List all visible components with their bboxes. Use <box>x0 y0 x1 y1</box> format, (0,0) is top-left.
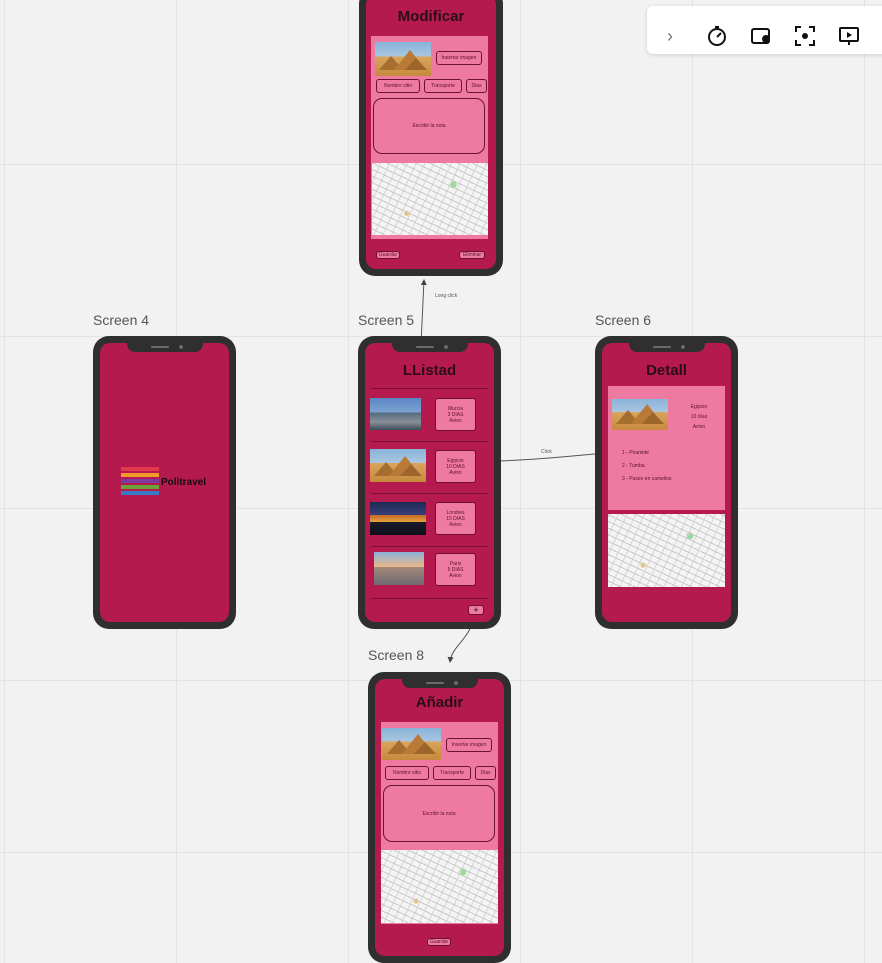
screen-listado: LListad Murcia 3 DIAS Avion Egipcio 10 D… <box>365 343 494 622</box>
transport-field[interactable]: Transporte <box>433 766 471 780</box>
phone-detail: Detall Egipcio 10 días Avion 1 - Piramid… <box>595 336 738 629</box>
form-panel: Insertar imagen Nombre sitio Transporte … <box>381 722 498 924</box>
screen-title: Detall <box>646 362 687 379</box>
map[interactable] <box>608 514 725 587</box>
preview-image <box>375 42 431 76</box>
screen-title: Modificar <box>397 8 465 25</box>
list-item-transport: Avion <box>449 521 462 528</box>
transport-field[interactable]: Transporte <box>424 79 462 93</box>
focus-icon[interactable] <box>791 22 819 50</box>
phone-listado: LListad Murcia 3 DIAS Avion Egipcio 10 D… <box>358 336 501 629</box>
canvas-toolbar: › <box>647 6 882 54</box>
list-divider <box>371 388 488 389</box>
list-divider <box>371 441 488 442</box>
form-panel: Insertar imagen Nombre sitio Transporte … <box>371 36 488 239</box>
screen-title: LListad <box>402 362 457 379</box>
activity-item: 1 - Piramide <box>622 450 649 456</box>
days-field[interactable]: Dias <box>466 79 487 93</box>
list-item-info: Egipcio 10 DIAS Avion <box>435 450 476 483</box>
list-divider <box>371 598 488 599</box>
screen-splash: Politravel <box>100 343 229 622</box>
screen-anadir: Añadir Insertar imagen Nombre sitio Tran… <box>375 679 504 956</box>
frame-label-screen-5: Screen 5 <box>358 312 415 328</box>
phone-anadir: Añadir Insertar imagen Nombre sitio Tran… <box>368 672 511 963</box>
save-button[interactable]: Guardar <box>427 938 451 946</box>
list-item[interactable]: Egipcio 10 DIAS Avion <box>365 443 494 493</box>
phone-modificar: Modificar Insertar imagen Nombre sitio T… <box>359 0 503 276</box>
list-item-transport: Avion <box>449 417 462 424</box>
activity-item: 2 - Tumba <box>622 463 645 469</box>
phone-notch <box>628 343 705 352</box>
detail-info: Egipcio 10 días Avion <box>684 402 714 432</box>
list-item[interactable]: Londres 15 DIAS Avion <box>365 495 494 545</box>
detail-place: Egipcio <box>690 404 708 410</box>
list-item-info: Murcia 3 DIAS Avion <box>435 398 476 431</box>
frame-label-screen-6: Screen 6 <box>595 312 652 328</box>
list-item-image <box>370 398 421 430</box>
delete-button[interactable]: Eliminar <box>459 251 485 259</box>
app-name: Politravel <box>161 477 207 488</box>
name-field[interactable]: Nombre sitio <box>376 79 420 93</box>
note-field[interactable]: Escribir la nota <box>383 785 495 842</box>
list-item-transport: Avion <box>449 469 462 476</box>
detail-days: 10 días <box>690 414 708 420</box>
detail-panel: Egipcio 10 días Avion 1 - Piramide 2 - T… <box>608 386 725 510</box>
frame-label-screen-8: Screen 8 <box>368 647 425 663</box>
list-item-image <box>370 502 426 535</box>
screen-note-icon[interactable] <box>747 22 775 50</box>
list-item-image <box>370 449 426 482</box>
chevron-right-icon[interactable]: › <box>667 26 681 46</box>
list-divider <box>371 493 488 494</box>
phone-notch <box>391 343 468 352</box>
screen-detail: Detall Egipcio 10 días Avion 1 - Piramid… <box>602 343 731 622</box>
politravel-logo <box>121 467 159 499</box>
map[interactable] <box>381 850 498 923</box>
name-field[interactable]: Nombre sitio <box>385 766 429 780</box>
list-item-info: Paris 5 DIAS Avion <box>435 553 476 586</box>
presentation-icon[interactable] <box>835 22 863 50</box>
phone-notch <box>126 343 203 352</box>
note-field[interactable]: Escribir la nota <box>373 98 485 154</box>
detail-transport: Avion <box>692 424 706 430</box>
list-item-info: Londres 15 DIAS Avion <box>435 502 476 535</box>
days-field[interactable]: Dias <box>475 766 496 780</box>
screen-modificar: Modificar Insertar imagen Nombre sitio T… <box>366 0 496 269</box>
list-item[interactable]: Murcia 3 DIAS Avion <box>365 391 494 441</box>
click-label: Click <box>541 449 552 455</box>
list-item[interactable]: Paris 5 DIAS Avion <box>365 548 494 598</box>
save-button[interactable]: Guardar <box>376 251 400 259</box>
activity-item: 3 - Paseo en camellos <box>622 476 672 482</box>
activity-list: 1 - Piramide 2 - Tumba 3 - Paseo en came… <box>622 447 671 486</box>
list-divider <box>371 546 488 547</box>
insert-image-button[interactable]: Insertar imagen <box>436 51 482 65</box>
list-item-transport: Avion <box>449 572 462 579</box>
map[interactable] <box>372 163 488 235</box>
detail-image <box>612 399 668 430</box>
long-click-label: Long click <box>435 293 458 299</box>
list-item-image <box>374 552 424 585</box>
timer-icon[interactable] <box>703 22 731 50</box>
add-button[interactable]: + <box>468 605 484 615</box>
frame-label-screen-4: Screen 4 <box>93 312 150 328</box>
phone-notch <box>401 679 478 688</box>
insert-image-button[interactable]: Insertar imagen <box>446 738 492 752</box>
screen-title: Añadir <box>415 694 464 711</box>
phone-splash: Politravel <box>93 336 236 629</box>
preview-image <box>382 728 441 760</box>
